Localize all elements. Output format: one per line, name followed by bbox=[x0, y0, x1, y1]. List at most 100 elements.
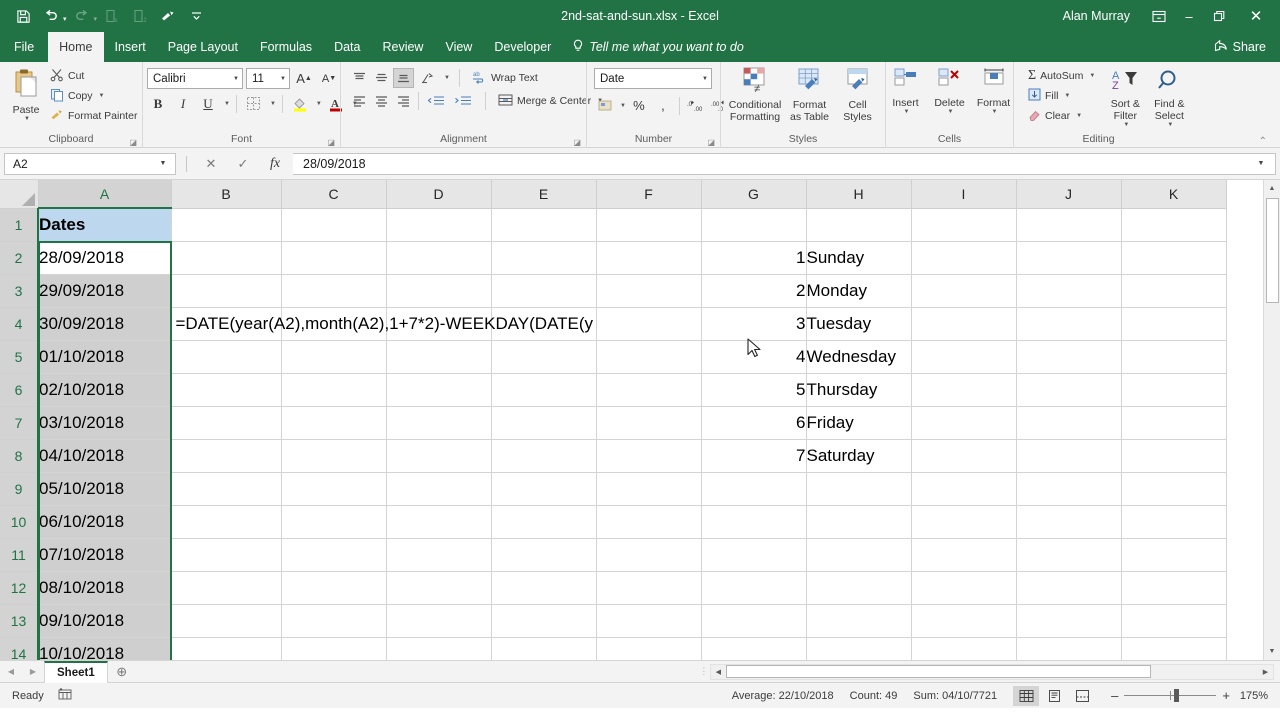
status-average[interactable]: Average: 22/10/2018 bbox=[732, 690, 834, 702]
cell-G1[interactable] bbox=[701, 208, 807, 242]
column-header-i[interactable]: I bbox=[911, 180, 1017, 209]
tab-file[interactable]: File bbox=[0, 32, 48, 62]
sort-filter-button[interactable]: A Z Sort & Filter ▼ bbox=[1103, 66, 1147, 129]
row-header-5[interactable]: 5 bbox=[0, 340, 39, 374]
cell-D5[interactable] bbox=[386, 340, 492, 374]
tab-data[interactable]: Data bbox=[323, 32, 371, 62]
cell-J7[interactable] bbox=[1016, 406, 1122, 440]
select-all-button[interactable] bbox=[0, 180, 39, 209]
cell-D2[interactable] bbox=[386, 241, 492, 275]
cell-D6[interactable] bbox=[386, 373, 492, 407]
underline-dropdown-icon[interactable]: ▼ bbox=[224, 101, 230, 107]
row-header-6[interactable]: 6 bbox=[0, 373, 39, 407]
cell-K7[interactable] bbox=[1121, 406, 1227, 440]
find-select-button[interactable]: Find & Select ▼ bbox=[1147, 66, 1191, 129]
cell-B12[interactable] bbox=[171, 571, 282, 605]
cell-F11[interactable] bbox=[596, 538, 702, 572]
cell-G7[interactable]: 6 bbox=[701, 406, 807, 440]
cell-A4[interactable]: 30/09/2018 bbox=[38, 307, 172, 341]
undo-icon[interactable] bbox=[38, 4, 64, 28]
vertical-scrollbar[interactable]: ▲ ▼ bbox=[1263, 180, 1280, 660]
borders-icon[interactable] bbox=[243, 93, 265, 114]
normal-view-button[interactable] bbox=[1013, 685, 1040, 706]
cell-K1[interactable] bbox=[1121, 208, 1227, 242]
cell-B1[interactable] bbox=[171, 208, 282, 242]
cell-F14[interactable] bbox=[596, 637, 702, 660]
cell-E6[interactable] bbox=[491, 373, 597, 407]
wrap-text-button[interactable]: ab Wrap Text bbox=[470, 68, 542, 88]
cell-D1[interactable] bbox=[386, 208, 492, 242]
customize-qat-icon[interactable] bbox=[183, 4, 209, 28]
cell-K12[interactable] bbox=[1121, 571, 1227, 605]
chevron-down-icon[interactable]: ▼ bbox=[276, 76, 286, 82]
cell-F13[interactable] bbox=[596, 604, 702, 638]
cell-H2[interactable]: Sunday bbox=[806, 241, 912, 275]
orientation-button[interactable] bbox=[415, 68, 441, 88]
column-header-h[interactable]: H bbox=[806, 180, 912, 209]
cell-B8[interactable] bbox=[171, 439, 282, 473]
cell-K2[interactable] bbox=[1121, 241, 1227, 275]
zoom-level[interactable]: 175% bbox=[1236, 690, 1268, 702]
cell-K5[interactable] bbox=[1121, 340, 1227, 374]
cell-D7[interactable] bbox=[386, 406, 492, 440]
horizontal-scrollbar[interactable]: ◀ ▶ bbox=[709, 663, 1274, 680]
cell-B5[interactable] bbox=[171, 340, 282, 374]
cell-I1[interactable] bbox=[911, 208, 1017, 242]
cell-C7[interactable] bbox=[281, 406, 387, 440]
cell-B4[interactable]: =DATE(year(A2),month(A2),1+7*2)-WEEKDAY(… bbox=[171, 307, 593, 341]
insert-function-button[interactable]: fx bbox=[259, 153, 291, 175]
row-header-13[interactable]: 13 bbox=[0, 604, 39, 638]
cell-G14[interactable] bbox=[701, 637, 807, 660]
autosum-button[interactable]: Σ AutoSum ▼ bbox=[1026, 66, 1099, 86]
tab-developer[interactable]: Developer bbox=[483, 32, 562, 62]
tab-review[interactable]: Review bbox=[371, 32, 434, 62]
clipboard-dialog-launcher[interactable]: ◪ bbox=[129, 138, 137, 147]
row-header-10[interactable]: 10 bbox=[0, 505, 39, 539]
cell-H11[interactable] bbox=[806, 538, 912, 572]
cell-C2[interactable] bbox=[281, 241, 387, 275]
redo-dropdown-icon[interactable]: ▾ bbox=[94, 15, 98, 23]
cell-H10[interactable] bbox=[806, 505, 912, 539]
cell-J5[interactable] bbox=[1016, 340, 1122, 374]
cell-H13[interactable] bbox=[806, 604, 912, 638]
page-break-preview-button[interactable] bbox=[1069, 686, 1095, 706]
ribbon-display-options-icon[interactable] bbox=[1144, 0, 1174, 32]
column-header-e[interactable]: E bbox=[491, 180, 597, 209]
zoom-slider[interactable] bbox=[1124, 689, 1217, 703]
cell-B10[interactable] bbox=[171, 505, 282, 539]
cell-B2[interactable] bbox=[171, 241, 282, 275]
column-header-d[interactable]: D bbox=[386, 180, 492, 209]
cell-J10[interactable] bbox=[1016, 505, 1122, 539]
scroll-left-button[interactable]: ◀ bbox=[711, 665, 726, 679]
tab-insert[interactable]: Insert bbox=[104, 32, 157, 62]
cell-K11[interactable] bbox=[1121, 538, 1227, 572]
formula-input[interactable]: 28/09/2018 ▼ bbox=[293, 152, 1276, 175]
cell-G2[interactable]: 1 bbox=[701, 241, 807, 275]
tell-me-search[interactable]: Tell me what you want to do bbox=[562, 32, 754, 62]
cell-E14[interactable] bbox=[491, 637, 597, 660]
zoom-in-button[interactable]: + bbox=[1222, 689, 1230, 702]
cell-D11[interactable] bbox=[386, 538, 492, 572]
cell-F10[interactable] bbox=[596, 505, 702, 539]
cell-I4[interactable] bbox=[911, 307, 1017, 341]
format-cells-button[interactable]: Format ▼ bbox=[972, 65, 1016, 116]
align-middle-button[interactable] bbox=[371, 68, 392, 88]
number-format-combo[interactable]: Date ▼ bbox=[594, 68, 712, 89]
horizontal-split-handle[interactable]: ⋮ bbox=[698, 661, 710, 683]
cell-A5[interactable]: 01/10/2018 bbox=[38, 340, 172, 374]
share-button[interactable]: Share bbox=[1204, 32, 1280, 62]
tab-formulas[interactable]: Formulas bbox=[249, 32, 323, 62]
cell-A13[interactable]: 09/10/2018 bbox=[38, 604, 172, 638]
cell-F3[interactable] bbox=[596, 274, 702, 308]
status-count[interactable]: Count: 49 bbox=[850, 690, 898, 702]
cell-C10[interactable] bbox=[281, 505, 387, 539]
align-left-button[interactable] bbox=[349, 91, 370, 111]
cell-A1[interactable]: Dates bbox=[38, 208, 172, 242]
insert-cells-button[interactable]: Insert ▼ bbox=[884, 65, 928, 116]
cell-A8[interactable]: 04/10/2018 bbox=[38, 439, 172, 473]
accounting-dropdown-icon[interactable]: ▼ bbox=[620, 103, 626, 109]
cell-E9[interactable] bbox=[491, 472, 597, 506]
cell-H12[interactable] bbox=[806, 571, 912, 605]
quick-format-painter-icon[interactable] bbox=[155, 4, 181, 28]
clear-button[interactable]: Clear ▼ bbox=[1026, 106, 1099, 126]
